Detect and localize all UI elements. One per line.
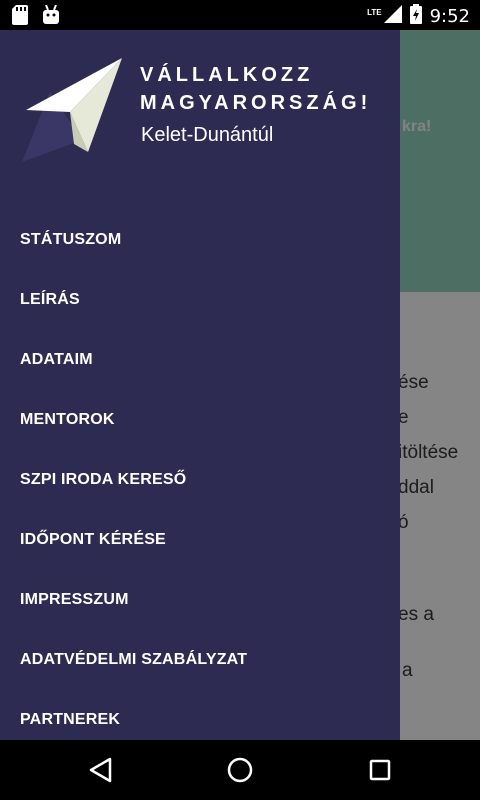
drawer-menu: STÁTUSZOM LEÍRÁS ADATAIM MENTOROK SZPI I…	[0, 210, 400, 740]
menu-item-idopont-kerese[interactable]: IDŐPONT KÉRÉSE	[0, 510, 400, 570]
menu-item-adatvedelmi-szabalyzat[interactable]: ADATVÉDELMI SZABÁLYZAT	[0, 630, 400, 690]
drawer-header: VÁLLALKOZZ MAGYARORSZÁG! Kelet-Dunántúl	[0, 30, 400, 200]
menu-item-leiras[interactable]: LEÍRÁS	[0, 270, 400, 330]
android-debug-icon	[42, 4, 60, 30]
paper-plane-logo-icon	[22, 52, 132, 167]
region-subtitle: Kelet-Dunántúl	[141, 124, 274, 146]
status-bar: LTE 9:52	[0, 0, 480, 30]
back-button-icon[interactable]	[86, 755, 116, 790]
brand-title-line1: VÁLLALKOZZ	[140, 64, 314, 86]
brand-title-line2: MAGYARORSZÁG!	[140, 92, 372, 114]
battery-icon	[409, 4, 422, 29]
system-navigation-bar	[0, 740, 480, 800]
menu-item-impresszum[interactable]: IMPRESSZUM	[0, 570, 400, 630]
navigation-drawer: VÁLLALKOZZ MAGYARORSZÁG! Kelet-Dunántúl …	[0, 30, 400, 740]
menu-item-partnerek[interactable]: PARTNEREK	[0, 690, 400, 740]
menu-item-adataim[interactable]: ADATAIM	[0, 330, 400, 390]
clock: 9:52	[429, 6, 470, 27]
lte-label: LTE	[367, 8, 382, 17]
menu-item-szpi-iroda-kereso[interactable]: SZPI IRODA KERESŐ	[0, 450, 400, 510]
signal-icon	[383, 5, 402, 28]
menu-item-mentorok[interactable]: MENTOROK	[0, 390, 400, 450]
home-button-icon[interactable]	[225, 755, 255, 790]
sd-card-icon	[12, 5, 28, 30]
recents-button-icon[interactable]	[365, 755, 395, 790]
menu-item-statuszom[interactable]: STÁTUSZOM	[0, 210, 400, 270]
